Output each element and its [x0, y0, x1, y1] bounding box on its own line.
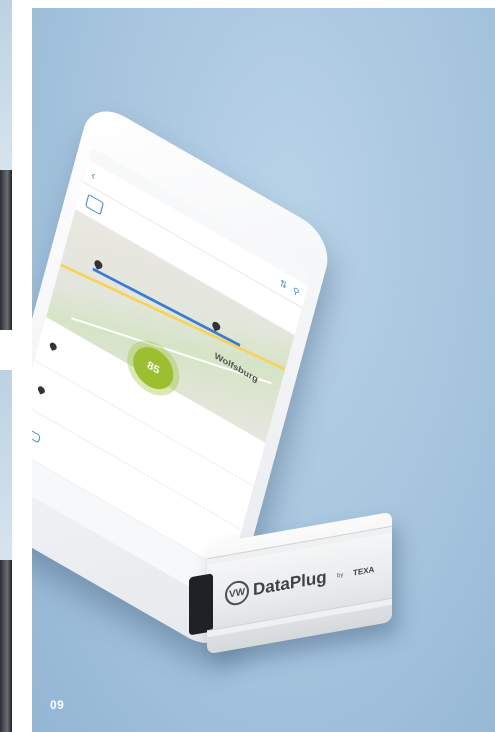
device-maker-name: TEXA — [353, 564, 375, 578]
adjacent-page-strip — [0, 0, 14, 732]
status-carrier — [94, 153, 97, 164]
score-value: 85 — [145, 359, 161, 377]
strip-image-car-2 — [0, 560, 12, 732]
share-icon[interactable]: ⇅ — [278, 277, 289, 291]
trip-icon — [85, 193, 104, 216]
page-number: 09 — [50, 698, 65, 712]
product-photo-panel: ‹ ⇅ ⚲ Wolfsburg 85 VW DataPlug by TEXA 0… — [32, 8, 495, 732]
car-icon — [32, 427, 41, 444]
device-brand-by: by — [337, 572, 344, 580]
status-time — [198, 212, 201, 223]
back-icon[interactable]: ‹ — [90, 168, 97, 183]
status-battery — [302, 272, 305, 283]
strip-image-mid — [0, 370, 12, 560]
stop-pin-icon — [48, 341, 59, 351]
strip-image-top — [0, 0, 12, 170]
location-pin-icon[interactable]: ⚲ — [291, 285, 301, 298]
vw-logo-icon: VW — [225, 578, 249, 608]
obd-connector — [189, 573, 213, 636]
strip-image-car-1 — [0, 170, 12, 330]
stop-pin-icon — [36, 385, 47, 394]
device-brand-name: DataPlug — [253, 567, 327, 600]
